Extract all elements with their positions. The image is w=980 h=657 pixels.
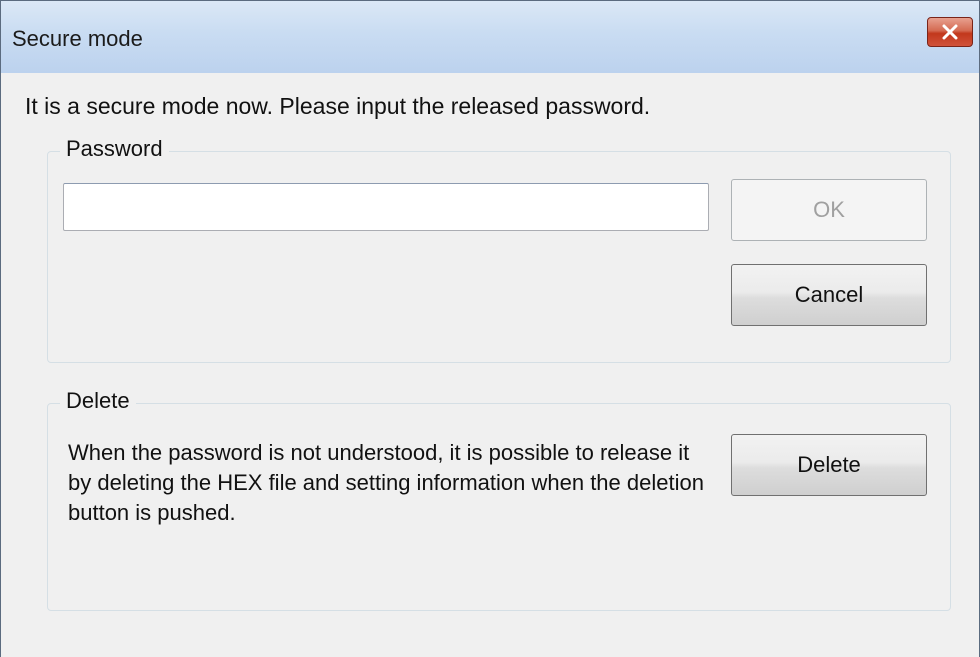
title-bar[interactable]: Secure mode bbox=[1, 1, 979, 73]
instruction-message: It is a secure mode now. Please input th… bbox=[25, 93, 651, 119]
delete-group: Delete When the password is not understo… bbox=[47, 388, 951, 611]
password-input[interactable] bbox=[63, 183, 709, 231]
delete-group-legend: Delete bbox=[60, 388, 136, 414]
delete-description: When the password is not understood, it … bbox=[68, 440, 704, 525]
window-title: Secure mode bbox=[12, 26, 143, 51]
password-group: Password OK Cancel bbox=[47, 136, 951, 363]
cancel-button[interactable]: Cancel bbox=[731, 264, 927, 326]
close-icon bbox=[942, 24, 958, 40]
secure-mode-dialog: Secure mode It is a secure mode now. Ple… bbox=[0, 0, 980, 657]
delete-button[interactable]: Delete bbox=[731, 434, 927, 496]
password-group-legend: Password bbox=[60, 136, 169, 162]
dialog-body: It is a secure mode now. Please input th… bbox=[9, 73, 971, 657]
close-button[interactable] bbox=[927, 17, 973, 47]
ok-button[interactable]: OK bbox=[731, 179, 927, 241]
